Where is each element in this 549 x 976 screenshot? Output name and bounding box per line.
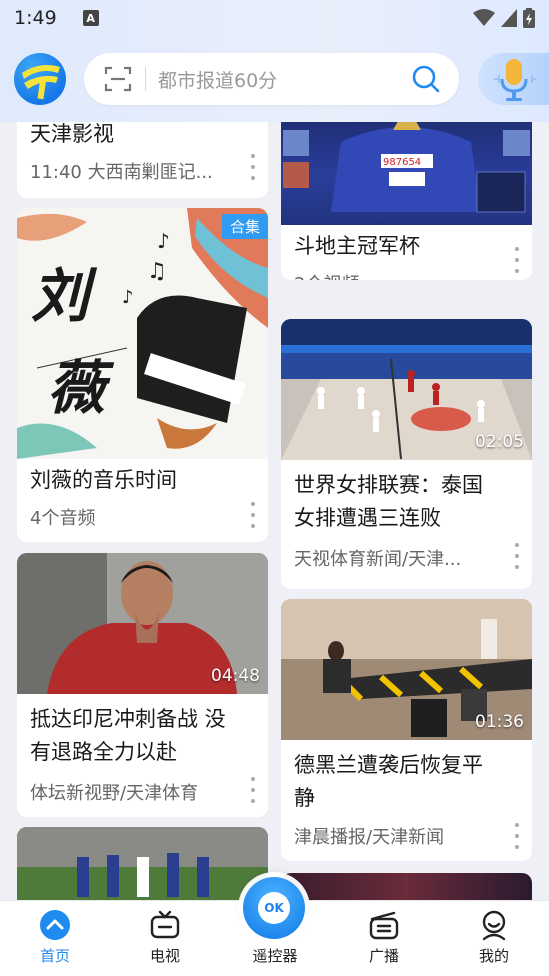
cover-title-line1: 刘 <box>31 262 98 330</box>
more-options-icon[interactable] <box>514 247 520 273</box>
feed-card-tehran[interactable]: 01:36 德黑兰遭袭后恢复平 静 津晨播报/天津新闻 <box>281 599 532 861</box>
radio-icon <box>369 911 399 940</box>
collection-badge: 合集 <box>221 214 268 239</box>
home-icon <box>40 910 70 940</box>
top-header: 都市报道60分 <box>0 48 549 108</box>
search-input[interactable]: 都市报道60分 <box>158 66 411 93</box>
video-thumbnail: 02:05 <box>281 319 532 460</box>
logo-mark-icon <box>22 65 60 100</box>
microphone-icon <box>493 59 536 101</box>
search-icon[interactable] <box>411 64 441 94</box>
card-hand-text: 987654 <box>383 157 421 168</box>
tab-label: 遥控器 <box>252 947 298 965</box>
tab-tv[interactable]: 电视 <box>125 909 205 966</box>
card-subtitle: 4个音频 <box>30 508 96 529</box>
status-bar: 1:49 A <box>0 0 549 36</box>
more-options-icon[interactable] <box>250 777 256 803</box>
more-options-icon[interactable] <box>250 502 256 528</box>
signal-icon <box>501 9 517 27</box>
video-duration: 02:05 <box>475 432 524 452</box>
card-title-line1: 世界女排联赛：泰国 <box>294 473 483 497</box>
wifi-icon <box>473 9 495 26</box>
card-title: 斗地主冠军杯 <box>294 234 420 258</box>
remote-ok-label: OK <box>258 892 290 924</box>
feed-card-liuwei-music[interactable]: ♪ ♪ ♫ 刘 薇 合集 刘薇的音乐时间 4个音频 <box>17 208 268 542</box>
voice-search-button[interactable] <box>478 53 549 105</box>
notification-a-icon: A <box>82 10 99 26</box>
tab-profile[interactable]: 我的 <box>454 909 534 966</box>
piano-illustration: ♪ ♪ ♫ 刘 薇 <box>17 208 268 459</box>
scan-icon[interactable] <box>104 65 132 93</box>
content-feed: 天津影视 11:40 大西南剿匪记... 987654 斗地主冠军杯 2个视频 <box>0 122 549 900</box>
more-options-icon[interactable] <box>514 543 520 569</box>
tab-label: 电视 <box>149 947 180 965</box>
status-time: 1:49 <box>14 7 57 29</box>
video-thumbnail: 01:36 <box>281 599 532 740</box>
tab-label: 首页 <box>39 947 70 965</box>
search-bar[interactable]: 都市报道60分 <box>84 53 459 105</box>
tab-label: 广播 <box>368 947 399 965</box>
card-subtitle: 体坛新视野/天津体育 <box>30 783 199 804</box>
card-subtitle: 11:40 大西南剿匪记... <box>30 162 213 183</box>
feed-card-football[interactable] <box>17 827 268 900</box>
profile-icon <box>482 910 506 941</box>
card-subtitle: 津晨播报/天津新闻 <box>294 827 445 848</box>
more-options-icon[interactable] <box>250 154 256 180</box>
remote-control-button[interactable]: OK <box>238 872 310 944</box>
video-thumbnail <box>281 873 532 900</box>
card-title: 刘薇的音乐时间 <box>30 468 177 492</box>
video-thumbnail <box>17 827 268 900</box>
card-title-line1: 德黑兰遭袭后恢复平 <box>294 753 483 777</box>
music-note-icon: ♫ <box>147 259 167 284</box>
remote-icon: OK <box>243 877 305 939</box>
card-title-line2: 女排遭遇三连败 <box>294 506 441 530</box>
app-logo[interactable] <box>14 53 66 105</box>
music-note-icon: ♪ <box>157 229 170 253</box>
tab-remote[interactable]: 遥控器 <box>235 945 315 966</box>
music-note-icon: ♪ <box>122 287 134 308</box>
feed-card-tianjin-tv[interactable]: 天津影视 11:40 大西南剿匪记... <box>17 122 268 198</box>
feed-card-indonesia-prep[interactable]: 04:48 抵达印尼冲刺备战 没 有退路全力以赴 体坛新视野/天津体育 <box>17 553 268 817</box>
video-thumbnail: 04:48 <box>17 553 268 694</box>
card-title-line2: 有退路全力以赴 <box>30 740 177 764</box>
battery-icon <box>523 8 535 28</box>
album-cover: ♪ ♪ ♫ 刘 薇 合集 <box>17 208 268 459</box>
tab-radio[interactable]: 广播 <box>344 909 424 966</box>
feed-card-volleyball[interactable]: 02:05 世界女排联赛：泰国 女排遭遇三连败 天视体育新闻/天津... <box>281 319 532 589</box>
card-title-line1: 抵达印尼冲刺备战 没 <box>30 707 226 731</box>
football-scene <box>17 827 268 900</box>
card-title: 天津影视 <box>30 122 114 146</box>
status-icons <box>473 8 535 28</box>
card-title-line2: 静 <box>294 786 315 810</box>
video-duration: 04:48 <box>211 666 260 686</box>
search-divider <box>145 67 146 91</box>
video-thumbnail: 987654 <box>281 122 532 225</box>
tab-label: 我的 <box>478 947 509 965</box>
video-duration: 01:36 <box>475 712 524 732</box>
feed-card-doudizhu[interactable]: 987654 斗地主冠军杯 2个视频 <box>281 122 532 280</box>
feed-card-partial[interactable] <box>281 873 532 900</box>
card-subtitle: 2个视频 <box>294 270 359 280</box>
more-options-icon[interactable] <box>514 823 520 849</box>
card-game-scene: 987654 <box>283 122 530 213</box>
tab-home[interactable]: 首页 <box>15 909 95 966</box>
tv-icon <box>150 910 180 939</box>
card-subtitle: 天视体育新闻/天津... <box>294 549 462 570</box>
cover-title-line2: 薇 <box>47 354 115 422</box>
